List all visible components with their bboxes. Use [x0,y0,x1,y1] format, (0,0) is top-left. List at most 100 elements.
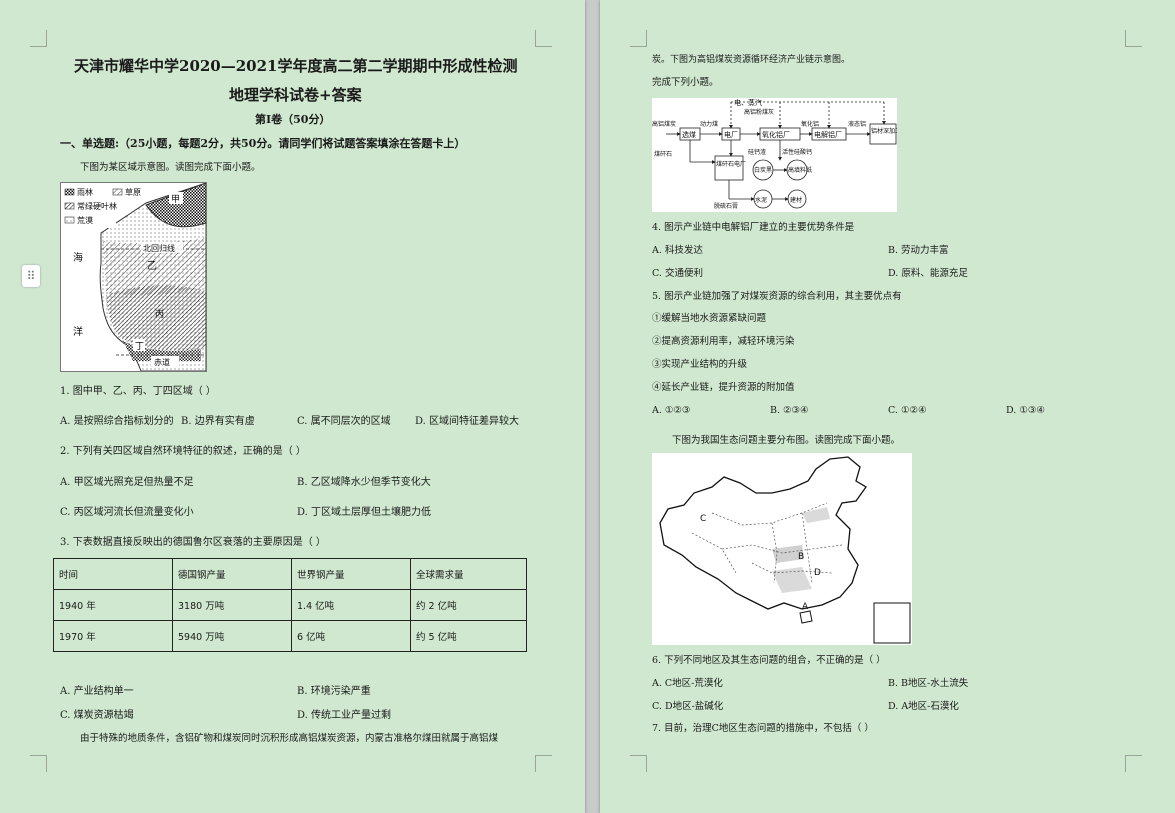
q6-option-c: C. D地区-盐碱化 [652,701,724,712]
q2-option-c: C. 丙区域河流长但流量变化小 [60,507,194,518]
table-row: 1940 年 3180 万吨 1.4 亿吨 约 2 亿吨 [53,589,527,621]
q5-item: ④延长产业链，提升资源的附加值 [652,382,795,393]
table-header-cell: 德国钢产量 [172,558,292,590]
table-cell: 1.4 亿吨 [291,589,411,621]
region-map-figure: 雨林 草原 常绿硬叶林 荒漠 甲 北回归线 乙 丙 丁 海 洋 赤道 [60,182,207,372]
table-cell: 约 5 亿吨 [410,620,527,652]
map-label-sea: 海 [73,251,83,264]
crop-mark [630,755,647,772]
q5-item: ②提高资源利用率，减轻环境污染 [652,336,795,347]
section-heading: 一、单选题:（25小题，每题2分，共50分。请同学们将试题答案填涂在答题卡上） [60,137,466,150]
table-cell: 5940 万吨 [172,620,292,652]
question-7: 7. 目前，治理C地区生态问题的措施中，不包括（ ） [652,723,874,734]
q5-option-b: B. ②③④ [770,405,809,416]
q1-option-a: A. 是按照综合指标划分的 [60,416,174,427]
chain-label: 活性硅酸钙 [782,148,812,156]
china-eco-map: C B D A [652,453,912,645]
chain-label: 动力煤 [700,120,718,128]
doc-subtitle: 地理学科试卷+答案 [229,86,362,104]
chain-label: 电厂 [724,130,738,139]
crop-mark [30,755,47,772]
q3-option-b: B. 环境污染严重 [297,686,371,697]
crop-mark [30,30,47,47]
q5-option-d: D. ①③④ [1006,405,1045,416]
intro-continued: 炭。下图为高铝煤炭资源循环经济产业链示意图。 [652,55,851,65]
volume-heading: 第Ⅰ卷（50分） [255,113,331,126]
question-5: 5. 图示产业链加强了对煤炭资源的综合利用，其主要优点有 [652,291,902,302]
intro-text-2: 由于特殊的地质条件，含铝矿物和煤炭同时沉积形成高铝煤炭资源，内蒙古准格尔煤田就属… [80,733,499,744]
map-label-yi: 乙 [147,260,157,272]
crop-mark [630,30,647,47]
q5-option-c: C. ①②④ [888,405,927,416]
crop-mark [1125,755,1142,772]
table-cell: 1940 年 [53,589,173,621]
q1-option-d: D. 区域间特征差异较大 [415,416,520,427]
question-4: 4. 图示产业链中电解铝厂建立的主要优势条件是 [652,222,855,233]
question-3: 3. 下表数据直接反映出的德国鲁尔区衰落的主要原因是（ ） [60,537,326,548]
table-cell: 6 亿吨 [291,620,411,652]
q1-option-b: B. 边界有实有虚 [181,416,255,427]
page-right: 炭。下图为高铝煤炭资源循环经济产业链示意图。 完成下列小题。 电、蒸汽 高铝粉煤… [600,0,1175,813]
chain-label: 铝材深加工厂 [871,127,897,135]
chain-label: 硅钙渣 [748,148,766,156]
q5-item: ③实现产业结构的升级 [652,359,748,370]
map-label-tropic: 北回归线 [143,243,175,253]
q6-option-d: D. A地区-石漠化 [888,701,959,712]
map-label-equator: 赤道 [154,357,170,367]
steel-table: 时间 德国钢产量 世界钢产量 全球需求量 1940 年 3180 万吨 1.4 … [53,558,527,652]
intro-text: 下图为某区域示意图。读图完成下面小题。 [80,162,261,173]
map-label-d: D [814,568,821,578]
q3-option-c: C. 煤炭资源枯竭 [60,710,134,721]
question-2: 2. 下列有关四区域自然环境特征的叙述，正确的是（ ） [60,446,306,457]
legend-sclerophyll: 常绿硬叶林 [77,201,117,211]
q6-option-b: B. B地区-水土流失 [888,678,969,689]
q6-option-a: A. C地区-荒漠化 [652,678,723,689]
chain-label: 高铝煤炭 [652,120,676,128]
crop-mark [535,30,552,47]
table-cell: 1970 年 [53,620,173,652]
table-row: 1970 年 5940 万吨 6 亿吨 约 5 亿吨 [53,620,527,652]
chain-label: 白炭黑 [754,166,772,174]
table-header-row: 时间 德国钢产量 世界钢产量 全球需求量 [53,558,527,590]
crop-mark [1125,30,1142,47]
q2-option-a: A. 甲区域光照充足但热量不足 [60,477,194,488]
q4-option-c: C. 交通便利 [652,268,703,279]
map-label-a: A [802,602,809,612]
table-cell: 3180 万吨 [172,589,292,621]
legend-desert: 荒漠 [77,215,93,225]
q3-option-a: A. 产业结构单一 [60,686,134,697]
doc-title: 天津市耀华中学2020—2021学年度高二第二学期期中形成性检测 [74,57,518,75]
map-label-bing: 丙 [155,309,164,320]
chain-label: 高填料纸 [788,166,812,174]
q2-option-b: B. 乙区域降水少但季节变化大 [297,477,431,488]
chain-label: 电解铝厂 [814,130,842,139]
q4-option-a: A. 科技发达 [652,245,703,256]
chain-label: 水泥 [755,196,767,204]
chain-label: 建材 [790,196,802,204]
chain-label: 氧化铝 [801,120,819,128]
drag-handle-icon[interactable]: ⠿ [22,265,40,287]
task-text: 完成下列小题。 [652,77,719,88]
q1-option-c: C. 属不同层次的区域 [297,416,391,427]
chain-label: 脱硫石膏 [714,202,738,210]
question-1: 1. 图中甲、乙、丙、丁四区域（ ） [60,386,216,397]
intro-text-3: 下图为我国生态问题主要分布图。读图完成下面小题。 [672,435,901,446]
map-label-b: B [798,552,804,562]
map-label-c: C [700,514,706,524]
page-left: 天津市耀华中学2020—2021学年度高二第二学期期中形成性检测 地理学科试卷+… [0,0,585,813]
q4-option-d: D. 原料、能源充足 [888,268,968,279]
q5-item: ①缓解当地水资源紧缺问题 [652,313,767,324]
q4-option-b: B. 劳动力丰富 [888,245,949,256]
question-6: 6. 下列不同地区及其生态问题的组合，不正确的是（ ） [652,655,886,666]
chain-label: 煤矸石电厂 [716,160,746,168]
q3-option-d: D. 传统工业产量过剩 [297,710,392,721]
crop-mark [535,755,552,772]
chain-label: 煤矸石 [654,150,672,158]
chain-label: 高铝粉煤灰 [744,108,774,116]
table-cell: 约 2 亿吨 [410,589,527,621]
industry-chain-diagram: 电、蒸汽 高铝粉煤灰 高铝煤炭 动力煤 选煤 电厂 氧化铝厂 氧化铝 电解铝厂 … [652,98,907,212]
q5-option-a: A. ①②③ [652,405,691,416]
legend-rainforest: 雨林 [77,187,93,197]
map-label-ding: 丁 [135,342,144,352]
map-label-ocean: 洋 [73,325,83,338]
